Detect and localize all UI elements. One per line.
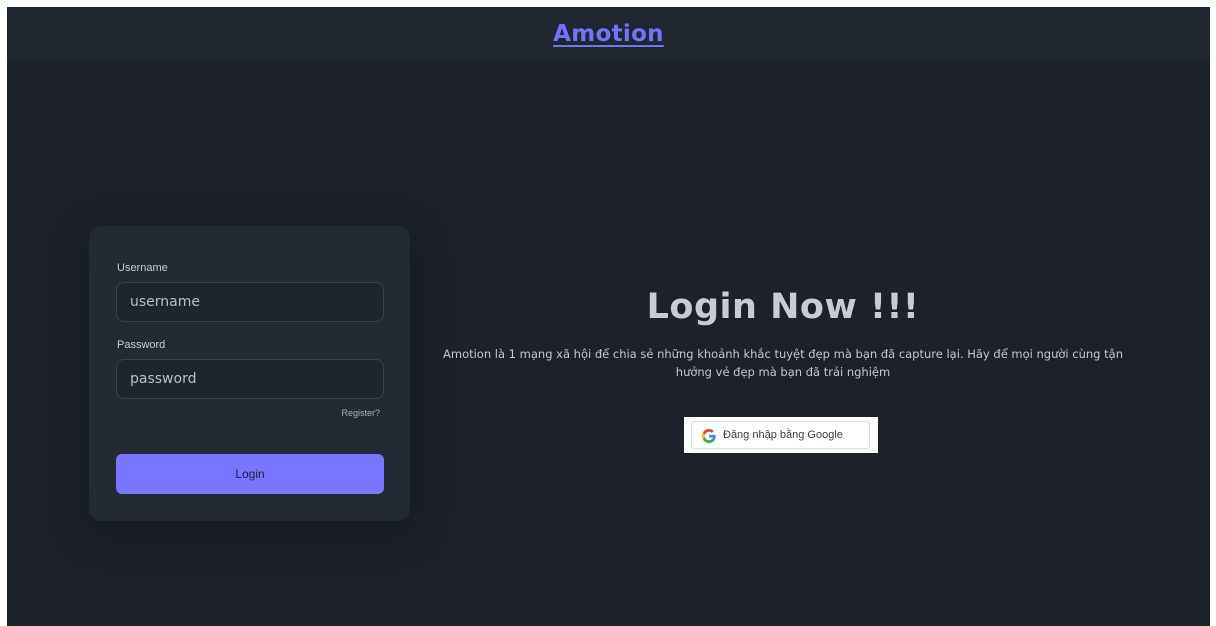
google-signin-container: Đăng nhập bằng Google [684, 417, 878, 453]
hero-section: Login Now !!! Amotion là 1 mạng xã hội đ… [425, 285, 1141, 381]
top-bar: Amotion [7, 7, 1210, 60]
google-signin-button[interactable]: Đăng nhập bằng Google [691, 421, 870, 449]
password-label: Password [117, 339, 166, 351]
username-label: Username [117, 262, 168, 274]
password-input[interactable] [116, 359, 384, 399]
app-frame: Amotion Username Password Register? Logi… [7, 7, 1210, 626]
google-signin-label: Đăng nhập bằng Google [723, 429, 843, 441]
brand-link[interactable]: Amotion [553, 21, 664, 47]
username-input[interactable] [116, 282, 384, 322]
login-card: Username Password Register? Login [89, 226, 410, 521]
hero-title: Login Now !!! [646, 287, 920, 327]
google-g-icon [702, 428, 716, 443]
hero-description: Amotion là 1 mạng xã hội để chia sẻ nhữn… [443, 347, 1123, 379]
register-link[interactable]: Register? [341, 408, 380, 418]
login-button[interactable]: Login [116, 454, 384, 494]
